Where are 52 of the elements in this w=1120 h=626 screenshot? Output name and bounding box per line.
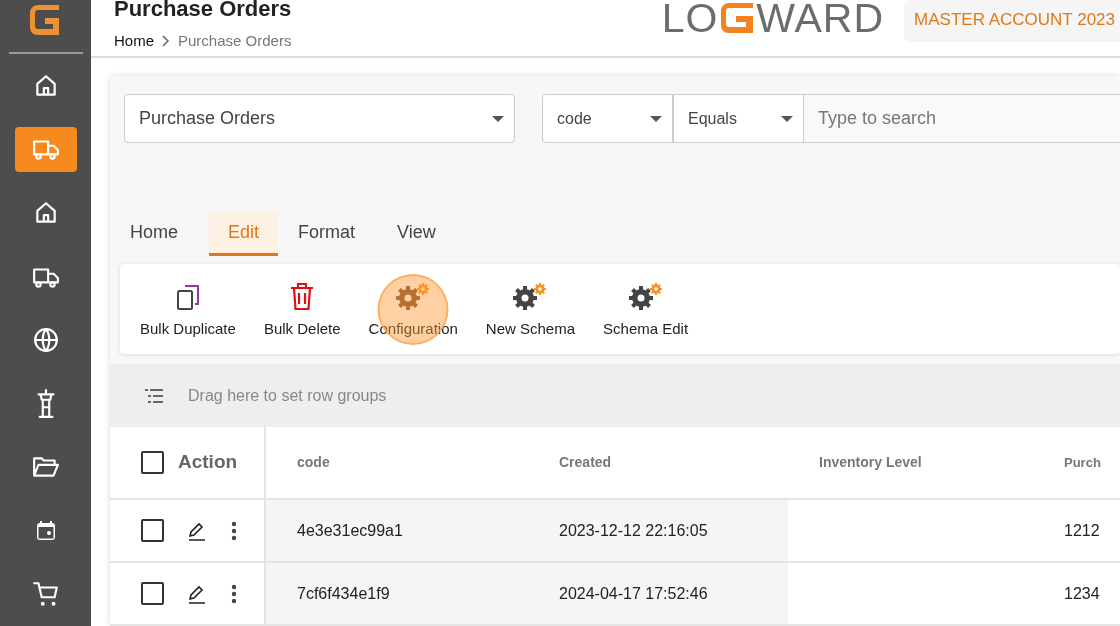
toolbar-button[interactable]: Schema Edit	[593, 264, 699, 341]
folder-icon	[31, 455, 60, 480]
more-icon	[231, 583, 237, 604]
pencil-icon	[187, 520, 207, 541]
table-cell-text: 2023-12-12 22:16:05	[559, 520, 708, 541]
cart-icon	[31, 580, 60, 609]
caret-icon	[492, 115, 504, 122]
row-group-placeholder: Drag here to set row groups	[188, 385, 387, 406]
table-cell-text: 7cf6f434e1f9	[297, 583, 390, 604]
caret-icon	[781, 115, 793, 122]
sidebar-item[interactable]	[14, 126, 77, 173]
table-cell-text: 1234	[1064, 583, 1100, 604]
dropdown[interactable]: Purchase Orders	[124, 94, 515, 143]
tab[interactable]: View	[386, 212, 447, 256]
column-header: Action	[178, 450, 238, 475]
breadcrumb-link[interactable]: Home	[114, 30, 154, 53]
checkbox[interactable]	[141, 451, 164, 474]
dropdown[interactable]: Equals	[673, 94, 804, 143]
tower-icon	[34, 388, 57, 419]
caret-icon	[650, 115, 662, 122]
column-header: Created	[558, 453, 613, 472]
logo-icon	[719, 1, 756, 35]
column-header: Inventory Level	[818, 453, 923, 472]
search-field[interactable]: Type to search	[804, 94, 1120, 143]
globe-icon	[32, 327, 59, 354]
tab[interactable]: Home	[119, 212, 189, 256]
page-title: Purchase Orders	[114, 0, 292, 23]
table-cell-text: 2024-04-17 17:52:46	[559, 583, 708, 604]
pencil-icon	[187, 583, 207, 604]
more-button[interactable]	[231, 520, 237, 541]
more-button[interactable]	[231, 583, 237, 604]
column-header: code	[296, 453, 331, 472]
logo-text: WARD	[756, 0, 885, 38]
toolbar-button[interactable]: Bulk Delete	[253, 264, 351, 341]
more-icon	[231, 520, 237, 541]
toolbar-button[interactable]: Bulk Duplicate	[130, 264, 246, 341]
checkbox[interactable]	[141, 519, 164, 542]
trash-icon	[289, 282, 316, 312]
edit-button[interactable]	[187, 520, 207, 541]
logo-text: LO	[661, 0, 719, 38]
breadcrumb-current: Purchase Orders	[178, 31, 292, 51]
chevron-right-icon	[162, 35, 170, 48]
edit-button[interactable]	[187, 583, 207, 604]
table-cell-text: 4e3e31ec99a1	[297, 520, 403, 541]
table-cell-text: 1212	[1064, 520, 1100, 541]
dropdown[interactable]: code	[542, 94, 673, 143]
row-groups-icon	[145, 388, 163, 403]
column-header: Purch	[1063, 453, 1102, 472]
checkbox[interactable]	[141, 582, 164, 605]
account-label: MASTER ACCOUNT 2023	[904, 0, 1120, 42]
toolbar-button[interactable]: New Schema	[475, 264, 586, 341]
tab[interactable]: Format	[287, 212, 367, 256]
